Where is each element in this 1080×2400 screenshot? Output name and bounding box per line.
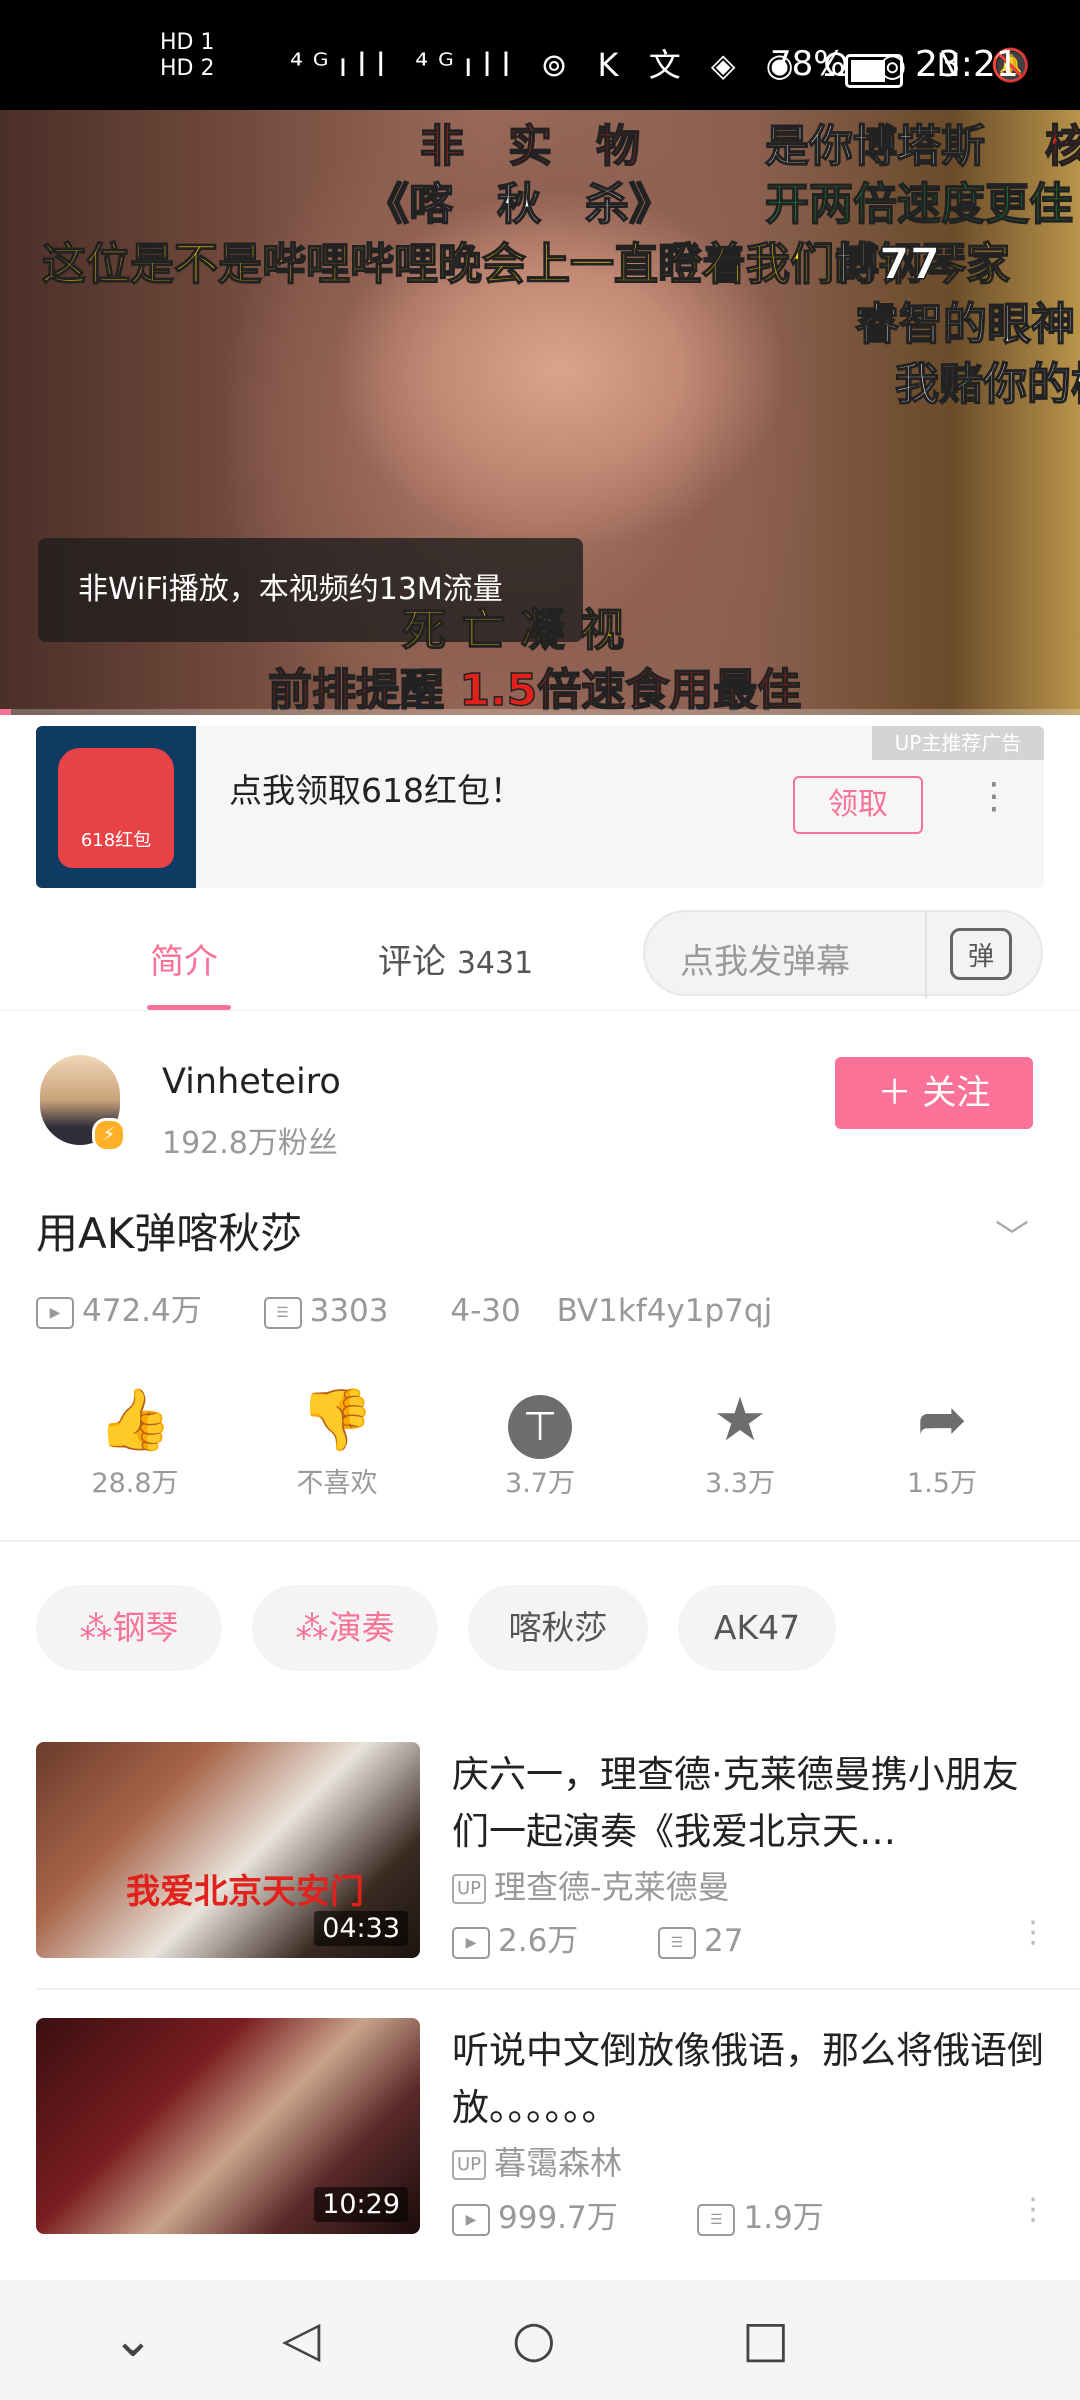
- verified-badge-icon: ⚡: [92, 1118, 126, 1152]
- chevron-down-icon[interactable]: ⌄: [112, 2310, 154, 2368]
- danmaku-icon: ☰: [697, 2203, 736, 2236]
- tab-comments[interactable]: 评论 3431: [378, 934, 533, 983]
- ad-title: 点我领取618红包！: [229, 771, 523, 810]
- battery-percent: 78%: [770, 44, 846, 84]
- danmaku-icon: ☰: [263, 1296, 302, 1329]
- tag-pill[interactable]: ⁂钢琴: [36, 1585, 222, 1671]
- ad-claim-button[interactable]: 领取: [793, 776, 923, 834]
- tag-pill[interactable]: AK47: [678, 1585, 836, 1671]
- tag-pill[interactable]: 喀秋莎: [468, 1585, 648, 1671]
- related-video-title[interactable]: 庆六一，理查德·克莱德曼携小朋友们一起演奏《我爱北京天…: [452, 1746, 1052, 1860]
- follow-button[interactable]: ＋ 关注: [835, 1057, 1033, 1129]
- more-icon[interactable]: ⋮: [1018, 2192, 1048, 2227]
- ad-banner[interactable]: 618红包 UP主推荐广告 点我领取618红包！ 领取 ⋮: [36, 726, 1044, 888]
- danmaku-comment: 是你博塔斯: [764, 120, 986, 173]
- back-icon[interactable]: ◁: [282, 2310, 320, 2368]
- video-duration: 04:33: [314, 1911, 408, 1946]
- coin-icon: ⊤: [465, 1385, 615, 1459]
- like-button[interactable]: 👍 28.8万: [60, 1385, 210, 1500]
- battery-icon: [845, 54, 903, 88]
- thumb-caption: 我爱北京天安门: [126, 1874, 364, 1911]
- danmaku-comment: 《喀 秋 杀》: [364, 178, 674, 231]
- related-video-title[interactable]: 听说中文倒放像俄语，那么将俄语倒放。。。。。。: [452, 2022, 1052, 2136]
- progress-fill: [0, 709, 11, 715]
- video-thumbnail[interactable]: 我爱北京天安门 04:33: [36, 1742, 420, 1958]
- tag-pill[interactable]: ⁂演奏: [252, 1585, 438, 1671]
- favorite-button[interactable]: ★ 3.3万: [665, 1385, 815, 1500]
- danmaku-comment: 睿智的眼神: [854, 298, 1076, 351]
- channel-icon: ⁂: [295, 1608, 329, 1647]
- play-icon: ▶: [452, 2203, 490, 2236]
- share-button[interactable]: ➦ 1.5万: [867, 1385, 1017, 1500]
- related-video-stats: ▶ 999.7万 ☰ 1.9万: [452, 2192, 824, 2237]
- related-video-stats: ▶ 2.6万 ☰ 27: [452, 1915, 743, 1960]
- danmaku-comment: 核: [1044, 120, 1080, 173]
- ad-thumbnail: 618红包: [36, 726, 196, 888]
- danmaku-comment: 非 实 物: [419, 120, 641, 173]
- video-thumbnail[interactable]: 10:29: [36, 2018, 420, 2234]
- danmaku-comment: 我赌你的枪: [894, 358, 1080, 411]
- thumbs-down-icon: 👎: [299, 1385, 375, 1455]
- coin-button[interactable]: ⊤ 3.7万: [465, 1385, 615, 1500]
- chevron-down-icon[interactable]: ﹀: [995, 1210, 1029, 1259]
- recent-apps-icon[interactable]: □: [742, 2310, 789, 2368]
- video-progress-bar[interactable]: [0, 709, 1080, 715]
- danmaku-input[interactable]: 点我发弹幕 弹: [643, 910, 1043, 998]
- uploader-fans: 192.8万粉丝: [162, 1126, 338, 1161]
- play-icon: ▶: [36, 1296, 74, 1329]
- video-player[interactable]: 非 实 物 是你博塔斯 核 《喀 秋 杀》 开两倍速度更佳 这位是不是哔哩哔哩晚…: [0, 110, 1080, 715]
- clock: 23:21: [915, 44, 1019, 85]
- up-icon: UP: [452, 2150, 487, 2180]
- related-video-uploader[interactable]: UP 理查德-克莱德曼: [452, 1862, 730, 1908]
- danmaku-placeholder: 点我发弹幕: [680, 942, 850, 982]
- play-icon: ▶: [452, 1926, 490, 1959]
- divider: [36, 1988, 1080, 1990]
- up-icon: UP: [452, 1874, 487, 1904]
- danmaku-comment: 死 亡 凝 视: [401, 604, 624, 657]
- ad-tag: UP主推荐广告: [872, 726, 1044, 760]
- danmaku-comment: 博77: [834, 238, 941, 291]
- sim-labels: HD 1 HD 2: [160, 30, 215, 81]
- more-icon[interactable]: ⋮: [1018, 1915, 1048, 1950]
- channel-icon: ⁂: [79, 1608, 113, 1647]
- divider: [0, 1540, 1080, 1542]
- home-icon[interactable]: ○: [512, 2310, 556, 2368]
- more-icon[interactable]: ⋮: [976, 776, 1012, 817]
- danmaku-comment: 开两倍速度更佳: [764, 178, 1074, 231]
- danmaku-comment: 前排提醒 1.5倍速食用最佳: [267, 664, 802, 715]
- bvid: BV1kf4y1p7qj: [556, 1293, 773, 1329]
- video-duration: 10:29: [314, 2187, 408, 2222]
- dislike-button[interactable]: 👎 不喜欢: [262, 1385, 412, 1500]
- tab-indicator: [147, 1005, 231, 1010]
- danmaku-icon: ☰: [658, 1926, 697, 1959]
- video-stats: ▶ 472.4万 ☰ 3303 4-30 BV1kf4y1p7qj: [36, 1285, 798, 1330]
- status-bar: HD 1 HD 2 ⁴ᴳıll ⁴ᴳıll ⊚ K 文 ◈ ◉ Ω ◎ N 🔕 …: [0, 0, 1080, 110]
- star-icon: ★: [713, 1385, 767, 1455]
- danmaku-toggle-icon[interactable]: 弹: [950, 928, 1012, 980]
- video-title: 用AK弹喀秋莎: [36, 1209, 303, 1258]
- publish-date: 4-30: [450, 1293, 521, 1329]
- thumbs-up-icon: 👍: [97, 1385, 173, 1455]
- detail-tabs: 简介 评论 3431 点我发弹幕 弹: [0, 900, 1080, 1011]
- share-icon: ➦: [916, 1385, 968, 1455]
- uploader-name[interactable]: Vinheteiro: [162, 1062, 341, 1102]
- related-video-uploader[interactable]: UP 暮霭森林: [452, 2138, 622, 2184]
- tab-intro[interactable]: 简介: [150, 934, 218, 983]
- system-nav-bar: ⌄ ◁ ○ □: [0, 2280, 1080, 2400]
